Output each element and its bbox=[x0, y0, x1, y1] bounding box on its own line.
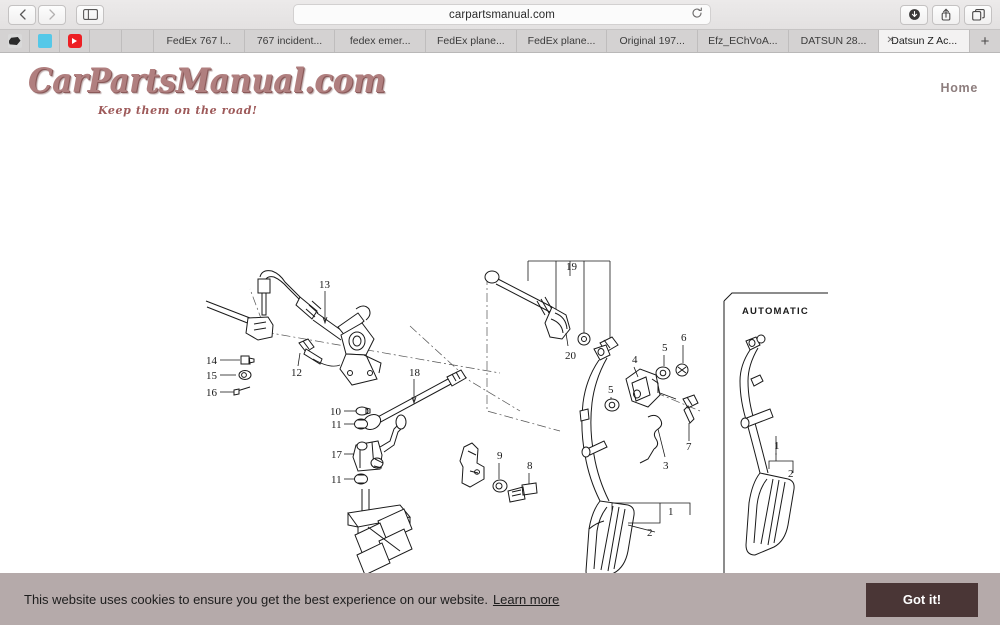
downloads-button[interactable] bbox=[900, 4, 928, 25]
reload-glyph bbox=[692, 7, 702, 18]
callout-2-auto: 2 bbox=[788, 468, 794, 480]
callout-9: 9 bbox=[497, 450, 503, 462]
pinned-tab-youtube[interactable] bbox=[60, 30, 90, 52]
new-tab-button[interactable]: + bbox=[970, 30, 1000, 52]
tab-label: FedEx 767 l... bbox=[166, 35, 232, 47]
pinned-tab-2[interactable] bbox=[30, 30, 60, 52]
callout-12: 12 bbox=[291, 367, 302, 379]
tab-label: FedEx plane... bbox=[436, 35, 505, 47]
tabs-overview-button[interactable] bbox=[964, 4, 992, 25]
tabs-overview-icon bbox=[971, 8, 985, 21]
tab-fedex-plane-2[interactable]: FedEx plane... bbox=[516, 30, 608, 52]
callout-10: 10 bbox=[330, 406, 342, 418]
callout-15: 15 bbox=[206, 370, 218, 382]
callout-8: 8 bbox=[527, 460, 533, 472]
cookie-accept-button[interactable]: Got it! bbox=[866, 582, 978, 617]
back-button[interactable] bbox=[8, 4, 36, 25]
callout-3: 3 bbox=[663, 460, 669, 472]
tab-fedex-767[interactable]: FedEx 767 l... bbox=[154, 30, 245, 52]
tab-efz-echvoa[interactable]: Efz_EChVoA... bbox=[698, 30, 789, 52]
navigation-buttons bbox=[8, 4, 66, 25]
toolbar-right-buttons bbox=[900, 4, 992, 25]
cookie-learn-more-link[interactable]: Learn more bbox=[493, 592, 559, 607]
download-icon bbox=[908, 9, 920, 20]
chevron-left-icon bbox=[19, 9, 26, 20]
tab-blank-2[interactable] bbox=[122, 30, 154, 52]
callout-11b: 11 bbox=[331, 474, 342, 486]
tab-blank-1[interactable] bbox=[90, 30, 122, 52]
site-header: CarPartsManual.com Keep them on the road… bbox=[0, 53, 1000, 117]
cookie-message-text: This website uses cookies to ensure you … bbox=[24, 592, 488, 607]
tab-767-incident[interactable]: 767 incident... bbox=[244, 30, 336, 52]
tab-label: FedEx plane... bbox=[527, 35, 596, 47]
favicon-dark-icon bbox=[7, 34, 22, 48]
share-button[interactable] bbox=[932, 4, 960, 25]
tab-fedex-plane-1[interactable]: FedEx plane... bbox=[426, 30, 517, 52]
tab-label: Datsun Z Ac... bbox=[891, 35, 958, 47]
site-logo[interactable]: CarPartsManual.com Keep them on the road… bbox=[28, 61, 386, 117]
parts-diagram: AUTOMATIC 1 2 3 4 5 5 6 7 8 9 10 11 11 1… bbox=[0, 111, 1000, 611]
callout-1-auto: 1 bbox=[774, 440, 780, 452]
favicon-blue-icon bbox=[37, 34, 52, 48]
forward-button[interactable] bbox=[38, 4, 66, 25]
chevron-right-icon bbox=[48, 9, 55, 20]
reload-icon[interactable] bbox=[691, 6, 703, 24]
sidebar-icon bbox=[82, 9, 98, 20]
close-tab-icon[interactable]: ✕ bbox=[886, 36, 894, 46]
cookie-consent-banner: This website uses cookies to ensure you … bbox=[0, 573, 1000, 625]
callout-5b: 5 bbox=[608, 384, 614, 396]
pinned-tab-1[interactable] bbox=[0, 30, 30, 52]
callout-13: 13 bbox=[319, 279, 331, 291]
favicon-youtube-icon bbox=[67, 34, 82, 48]
logo-wordmark: CarPartsManual.com bbox=[28, 61, 386, 101]
callout-14: 14 bbox=[206, 355, 218, 367]
callout-7: 7 bbox=[686, 441, 692, 453]
cookie-message: This website uses cookies to ensure you … bbox=[24, 592, 866, 607]
callout-19: 19 bbox=[566, 261, 578, 273]
browser-toolbar: carpartsmanual.com bbox=[0, 0, 1000, 29]
callout-5: 5 bbox=[662, 342, 668, 354]
tab-datsun-z-accelerator[interactable]: ✕ Datsun Z Ac... bbox=[879, 30, 971, 52]
tab-label: DATSUN 28... bbox=[800, 35, 867, 47]
sidebar-toggle-button[interactable] bbox=[76, 4, 104, 25]
callout-17: 17 bbox=[331, 449, 343, 461]
callout-11: 11 bbox=[331, 419, 342, 431]
tab-original-197[interactable]: Original 197... bbox=[607, 30, 699, 52]
tab-label: 767 incident... bbox=[256, 35, 323, 47]
tab-bar: FedEx 767 l... 767 incident... fedex eme… bbox=[0, 29, 1000, 52]
page-content: CarPartsManual.com Keep them on the road… bbox=[0, 53, 1000, 625]
callout-18: 18 bbox=[409, 367, 421, 379]
tab-label: fedex emer... bbox=[349, 35, 411, 47]
home-link[interactable]: Home bbox=[940, 81, 978, 95]
address-bar-container: carpartsmanual.com bbox=[104, 4, 900, 25]
tab-fedex-emer[interactable]: fedex emer... bbox=[335, 30, 427, 52]
callout-20: 20 bbox=[565, 350, 577, 362]
tab-label: Efz_EChVoA... bbox=[708, 35, 778, 47]
callout-1: 1 bbox=[668, 506, 674, 518]
callout-4: 4 bbox=[632, 354, 638, 366]
tab-datsun-28[interactable]: DATSUN 28... bbox=[788, 30, 880, 52]
callout-layer: 1 2 3 4 5 5 6 7 8 9 10 11 11 12 13 14 15… bbox=[206, 261, 794, 539]
callout-2: 2 bbox=[647, 527, 653, 539]
callout-6: 6 bbox=[681, 332, 687, 344]
address-bar[interactable]: carpartsmanual.com bbox=[293, 4, 711, 25]
browser-chrome: carpartsmanual.com FedEx 767 l... 767 in… bbox=[0, 0, 1000, 53]
tab-label: Original 197... bbox=[619, 35, 685, 47]
url-text: carpartsmanual.com bbox=[449, 8, 555, 21]
share-icon bbox=[941, 8, 951, 21]
callout-16: 16 bbox=[206, 387, 218, 399]
